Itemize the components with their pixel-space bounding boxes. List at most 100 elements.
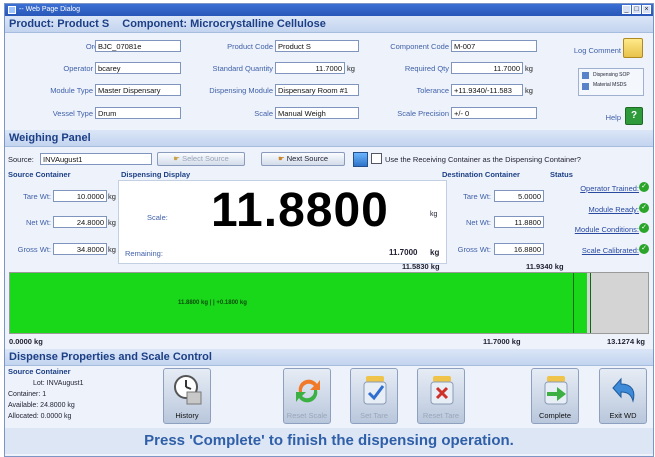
window-title: -- Web Page Dialog [19,6,80,13]
exit-wd-button[interactable]: Exit WD [599,368,647,424]
scale-reading: 11.8800 [211,184,389,237]
source-tare-field: 10.0000 [53,190,107,202]
progress-fill-text: 11.8800 kg | | +0.1800 kg [178,300,247,306]
undo-arrow-icon [609,374,639,406]
title-bar: -- Web Page Dialog _ □ × [5,4,653,16]
dest-tare-field: 5.0000 [494,190,544,202]
next-source-button[interactable]: ☛ Next Source [261,152,345,166]
dispense-source-title: Source Container [8,367,71,376]
clock-icon [173,374,203,406]
component-code-label: Component Code [390,42,449,51]
standard-quantity-label: Standard Quantity [212,64,273,73]
operator-field: bcarey [95,62,181,74]
info-panel: Order BJC_07081e Operator bcarey Module … [5,33,653,128]
set-tare-button[interactable]: Set Tare [350,368,398,424]
standard-quantity-unit: kg [347,64,355,73]
bar-target-label: 11.7000 kg [483,337,521,346]
bar-min-label: 0.0000 kg [9,337,43,346]
exit-wd-label: Exit WD [609,411,637,420]
dest-net-field: 11.8800 [494,216,544,228]
source-net-unit: kg [108,218,116,227]
allocated-text: Allocated: 0.0000 kg [8,413,72,420]
select-source-button[interactable]: ☛ Select Source [157,152,245,166]
tolerance-field: +11.9340/-11.583 [451,84,523,96]
vessel-type-label: Vessel Type [52,109,93,118]
close-button[interactable]: × [642,5,651,14]
receiving-container-label: Use the Receiving Container as the Dispe… [385,155,581,164]
maximize-button[interactable]: □ [632,5,641,14]
dest-tare-label: Tare Wt: [463,192,491,201]
order-field: BJC_07081e [95,40,181,52]
log-comment-label: Log Comment [573,46,621,55]
status-scale-calibrated[interactable]: Scale Calibrated: [582,246,639,255]
check-icon: ✓ [639,244,649,254]
check-icon: ✓ [639,203,649,213]
scale-label: Scale [254,109,273,118]
lower-tolerance-marker [572,273,574,333]
required-qty-label: Required Qty [404,64,449,73]
document-icon [582,72,589,79]
module-type-field: Master Dispensary [95,84,181,96]
scale-reading-label: Scale: [147,213,168,222]
help-icon[interactable]: ? [625,107,643,125]
source-gross-unit: kg [108,245,116,254]
source-input[interactable]: INVAugust1 [40,153,152,165]
log-comment-icon[interactable] [623,38,643,58]
weighing-panel-title: Weighing Panel [9,132,91,144]
source-tare-label: Tare Wt: [23,192,51,201]
reset-tare-button[interactable]: Reset Tare [417,368,465,424]
upper-tolerance-marker [589,273,591,333]
remaining-label: Remaining: [125,249,163,258]
reset-scale-label: Reset Scale [286,411,328,420]
document-list: Dispensing SOP Material MSDS [578,68,644,96]
tolerance-unit: kg [525,86,533,95]
refresh-icon[interactable] [353,152,368,167]
dispensing-display-title: Dispensing Display [121,170,191,179]
jar-x-icon [427,374,457,406]
dispense-properties-title: Dispense Properties and Scale Control [9,351,212,363]
minimize-button[interactable]: _ [622,5,631,14]
container-text: Container: 1 [8,391,47,398]
operator-label: Operator [63,64,93,73]
scale-precision-field: +/- 0 [451,107,537,119]
dest-gross-field: 16.8800 [494,243,544,255]
dest-gross-label: Gross Wt: [457,245,491,254]
reset-tare-label: Reset Tare [422,411,460,420]
component-code-field: M-007 [451,40,537,52]
history-button[interactable]: History [163,368,211,424]
weight-progress-bar: 11.8800 kg | | +0.1800 kg [9,272,649,334]
complete-button[interactable]: Complete [531,368,579,424]
source-net-label: Net Wt: [25,218,51,227]
reset-arrows-icon [293,374,323,406]
available-text: Available: 24.8000 kg [8,402,75,409]
scale-field: Manual Weigh [275,107,359,119]
dialog-window: -- Web Page Dialog _ □ × Product: Produc… [4,3,654,457]
status-module-conditions[interactable]: Module Conditions: [575,225,639,234]
source-net-field: 24.8000 [53,216,107,228]
lower-tolerance-label: 11.5830 kg [402,262,440,271]
source-label: Source: [8,155,34,164]
upper-tolerance-label: 11.9340 kg [526,262,564,271]
dispensing-module-label: Dispensing Module [209,86,273,95]
hand-icon: ☛ [277,154,285,163]
receiving-container-checkbox[interactable] [371,153,382,164]
source-gross-field: 34.8000 [53,243,107,255]
check-icon: ✓ [639,182,649,192]
help-label: Help [605,113,621,122]
product-code-label: Product Code [227,42,273,51]
complete-label: Complete [538,411,572,420]
reset-scale-button[interactable]: Reset Scale [283,368,331,424]
destination-container-title: Destination Container [442,170,520,179]
target-reading: 11.7000 [389,248,418,257]
check-icon: ✓ [639,223,649,233]
product-header: Product: Product S Component: Microcryst… [5,16,653,33]
jar-check-icon [360,374,390,406]
status-operator-trained[interactable]: Operator Trained: [580,184,639,193]
status-module-ready[interactable]: Module Ready: [589,205,639,214]
source-gross-label: Gross Wt: [17,245,51,254]
hand-icon: ☛ [173,154,180,163]
history-label: History [175,411,199,420]
dispensing-module-field: Dispensary Room #1 [275,84,359,96]
required-qty-unit: kg [525,64,533,73]
document-icon [582,83,589,90]
